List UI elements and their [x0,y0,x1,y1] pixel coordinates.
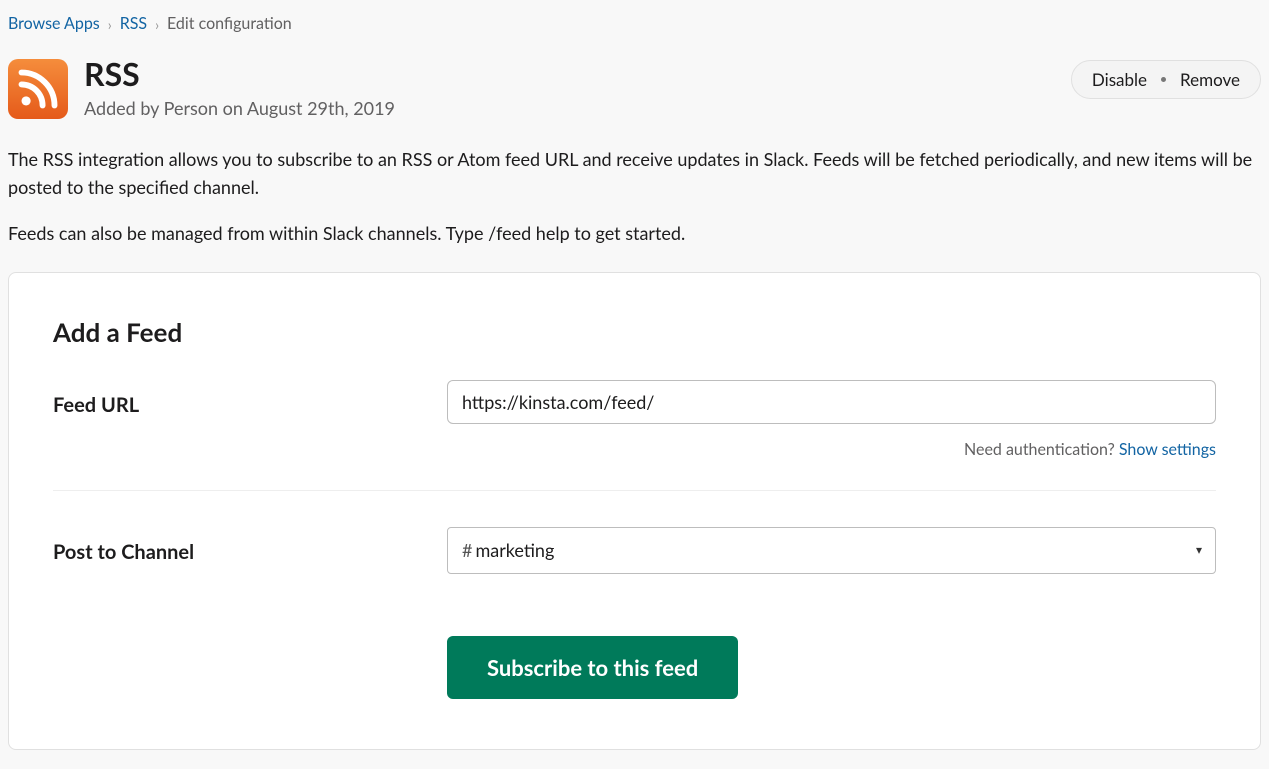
post-to-channel-label: Post to Channel [53,527,423,567]
page-title: RSS [84,56,395,91]
chevron-right-icon: › [155,14,159,35]
feed-url-label: Feed URL [53,380,423,420]
description-paragraph-1: The RSS integration allows you to subscr… [8,146,1261,202]
remove-button[interactable]: Remove [1180,69,1240,90]
action-pill: Disable Remove [1071,60,1261,99]
hash-icon: # [462,537,472,564]
show-settings-link[interactable]: Show settings [1119,440,1216,459]
description-paragraph-2: Feeds can also be managed from within Sl… [8,220,1261,248]
add-feed-card: Add a Feed Feed URL Need authentication?… [8,272,1261,750]
disable-button[interactable]: Disable [1092,69,1147,90]
page-header: RSS Added by Person on August 29th, 2019… [8,56,1261,122]
breadcrumb-app-link[interactable]: RSS [120,12,147,36]
breadcrumb-browse-apps[interactable]: Browse Apps [8,12,100,36]
card-heading: Add a Feed [53,313,1216,352]
chevron-right-icon: › [108,14,112,35]
rss-app-icon [8,59,68,119]
divider [53,490,1216,491]
page-subtitle: Added by Person on August 29th, 2019 [84,95,395,122]
auth-hint: Need authentication? Show settings [447,438,1216,462]
subscribe-button[interactable]: Subscribe to this feed [447,636,738,699]
breadcrumb: Browse Apps › RSS › Edit configuration [8,12,1261,36]
channel-select[interactable]: # marketing [447,527,1216,574]
auth-hint-text: Need authentication? [964,440,1119,459]
channel-select-value: marketing [475,537,554,564]
breadcrumb-current: Edit configuration [167,12,292,36]
separator-dot [1161,77,1166,82]
feed-url-input[interactable] [447,380,1216,424]
